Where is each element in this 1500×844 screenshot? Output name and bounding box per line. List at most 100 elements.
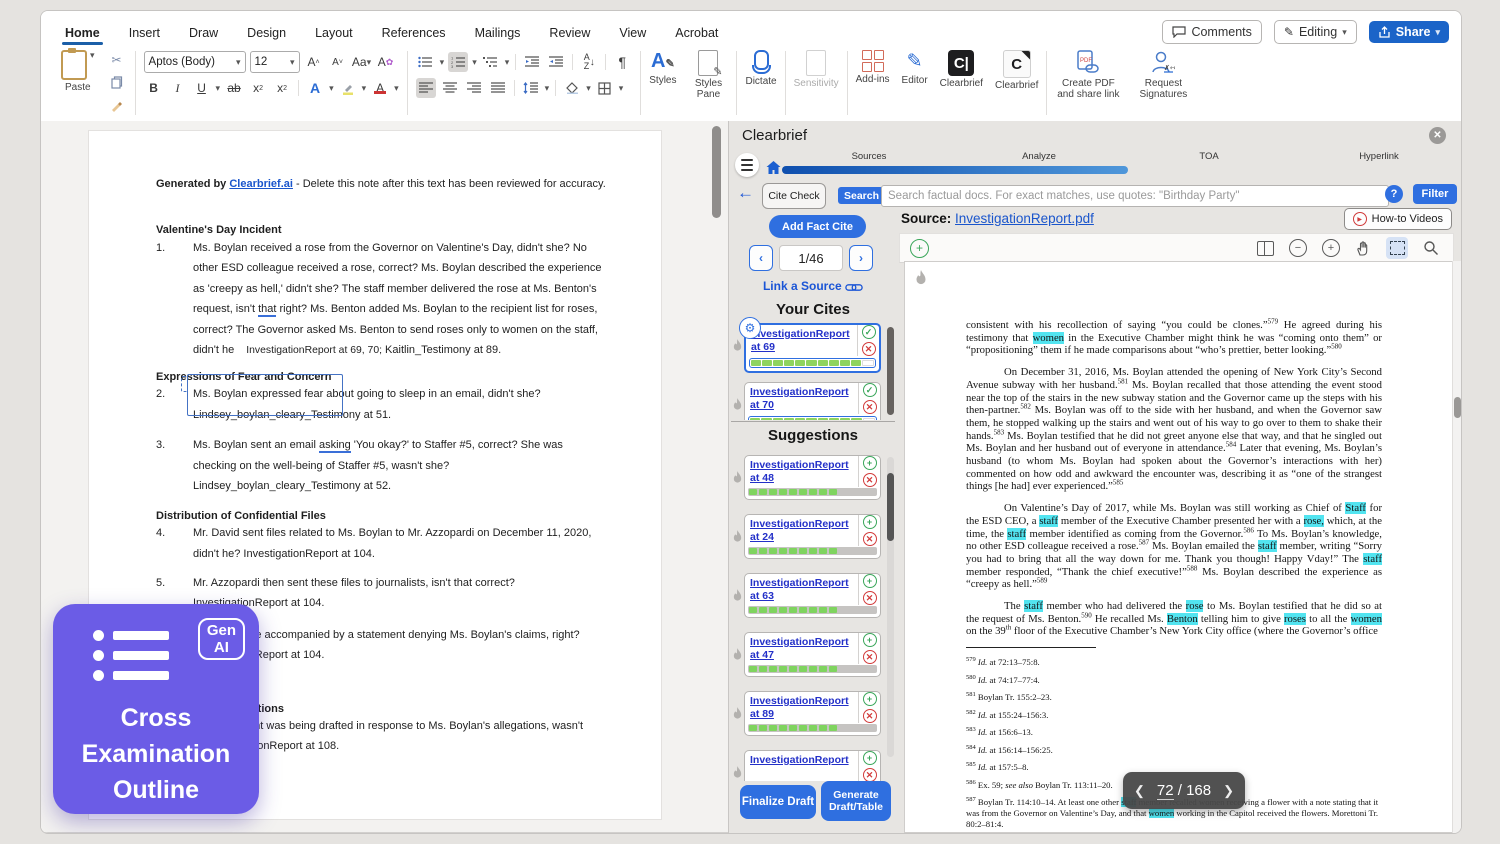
ribbon-tab[interactable]: Mailings <box>474 23 522 43</box>
editor-button[interactable]: ✎ Editor <box>896 47 934 119</box>
ribbon-tab[interactable]: Acrobat <box>674 23 719 43</box>
suggestion-link-page[interactable]: at 48 <box>750 472 856 485</box>
multilevel-list-button[interactable] <box>481 52 501 72</box>
approve-cite-icon[interactable]: ✓ <box>862 325 876 339</box>
suggestion-link[interactable]: InvestigationReport <box>750 636 856 649</box>
page-number-field[interactable]: 1/46 <box>779 245 843 271</box>
step-sources[interactable]: Sources <box>809 151 929 162</box>
suggestion-card[interactable]: InvestigationReport at 89 + ✕ <box>744 691 881 736</box>
howto-videos-button[interactable]: ▶ How-to Videos <box>1344 208 1452 230</box>
approve-cite-icon[interactable]: ✓ <box>863 383 877 397</box>
suggestion-card[interactable]: InvestigationReport at 24 + ✕ <box>744 514 881 559</box>
suggestion-link-page[interactable]: at 89 <box>750 708 856 721</box>
line-spacing-button[interactable] <box>521 78 541 98</box>
ribbon-tab[interactable]: References <box>381 23 447 43</box>
ribbon-tab[interactable]: Review <box>548 23 591 43</box>
pilcrow-button[interactable]: ¶ <box>612 52 632 72</box>
numbered-list-button[interactable]: 123 <box>448 52 468 72</box>
reject-cite-icon[interactable]: ✕ <box>862 342 876 356</box>
grow-font-button[interactable]: A˄ <box>304 52 324 72</box>
cross-examination-outline-card[interactable]: GenAI Cross Examination Outline <box>53 604 259 814</box>
change-case-button[interactable]: Aa▾ <box>352 52 372 72</box>
pdf-prev-page-icon[interactable]: ❮ <box>1134 783 1145 799</box>
justify-button[interactable] <box>488 78 508 98</box>
zoom-in-icon[interactable]: + <box>1322 239 1340 257</box>
suggestion-card[interactable]: InvestigationReport at 47 + ✕ <box>744 632 881 677</box>
add-suggestion-icon[interactable]: + <box>863 515 877 529</box>
dismiss-suggestion-icon[interactable]: ✕ <box>863 650 877 664</box>
document-scrollbar-thumb[interactable] <box>712 126 721 218</box>
subscript-button[interactable]: x2 <box>248 78 268 98</box>
suggestion-link[interactable]: InvestigationReport <box>750 577 856 590</box>
paste-button[interactable]: ▾ Paste <box>55 47 101 119</box>
add-suggestion-icon[interactable]: + <box>863 751 877 765</box>
close-panel-icon[interactable]: ✕ <box>1429 127 1446 144</box>
marquee-select-icon[interactable] <box>1386 237 1408 259</box>
cite-link-page[interactable]: at 70 <box>750 399 856 412</box>
styles-pane-button[interactable]: ✎ Styles Pane <box>682 47 734 119</box>
borders-button[interactable] <box>595 78 615 98</box>
next-page-button[interactable]: › <box>849 245 873 271</box>
prev-page-button[interactable]: ‹ <box>749 245 773 271</box>
suggestion-link[interactable]: InvestigationReport <box>750 754 856 767</box>
suggestion-link-page[interactable]: at 47 <box>750 649 856 662</box>
ribbon-tab[interactable]: Insert <box>128 23 161 43</box>
help-icon[interactable]: ? <box>1385 185 1403 203</box>
clearbrief-light-button[interactable]: C Clearbrief <box>989 47 1044 119</box>
step-analyze[interactable]: Analyze <box>979 151 1099 162</box>
align-left-button[interactable] <box>416 78 436 98</box>
link-a-source-button[interactable]: Link a Source <box>729 279 897 293</box>
suggestion-link[interactable]: InvestigationReport <box>750 518 856 531</box>
pdf-page[interactable]: consistent with his recollection of sayi… <box>904 261 1454 833</box>
suggestion-link-page[interactable]: at 63 <box>750 590 856 603</box>
suggestion-card[interactable]: InvestigationReport at 63 + ✕ <box>744 573 881 618</box>
share-button[interactable]: Share ▾ <box>1369 21 1449 43</box>
copy-icon[interactable] <box>107 73 127 93</box>
ribbon-tab[interactable]: Design <box>246 23 287 43</box>
reject-cite-icon[interactable]: ✕ <box>863 400 877 414</box>
bullet-list-button[interactable] <box>416 52 436 72</box>
strikethrough-button[interactable]: ab <box>224 78 244 98</box>
home-icon[interactable] <box>766 161 781 174</box>
search-button[interactable]: Search <box>838 187 885 204</box>
search-input[interactable] <box>881 185 1389 207</box>
suggestion-card[interactable]: InvestigationReport at 48 + ✕ <box>744 455 881 500</box>
editing-mode-button[interactable]: ✎ Editing ▾ <box>1274 20 1357 44</box>
pdf-scrollbar[interactable] <box>1452 261 1462 833</box>
zoom-out-icon[interactable]: − <box>1289 239 1307 257</box>
step-hyperlink[interactable]: Hyperlink <box>1319 151 1439 162</box>
cite-link[interactable]: InvestigationReport <box>751 328 855 341</box>
clearbrief-dark-button[interactable]: C| Clearbrief <box>934 47 989 119</box>
request-signatures-button[interactable]: ✗⇿ Request Signatures <box>1127 47 1199 119</box>
dictate-button[interactable]: Dictate <box>739 47 782 119</box>
dismiss-suggestion-icon[interactable]: ✕ <box>863 473 877 487</box>
cite-link-page[interactable]: at 69 <box>751 341 855 354</box>
suggestion-link-page[interactable]: at 24 <box>750 531 856 544</box>
addins-button[interactable]: Add-ins <box>850 47 896 119</box>
page-view-icon[interactable] <box>1257 241 1274 256</box>
styles-button[interactable]: A✎ Styles <box>643 47 682 119</box>
source-file-link[interactable]: InvestigationReport.pdf <box>955 211 1094 226</box>
suggestions-scrollbar-thumb[interactable] <box>887 473 894 541</box>
format-painter-icon[interactable] <box>107 96 127 116</box>
gear-icon[interactable]: ⚙ <box>739 317 761 339</box>
font-name-select[interactable]: Aptos (Body)▾ <box>144 51 246 73</box>
add-suggestion-icon[interactable]: + <box>863 633 877 647</box>
suggestion-link[interactable]: InvestigationReport <box>750 695 856 708</box>
increase-indent-button[interactable] <box>546 52 566 72</box>
shading-button[interactable] <box>562 78 582 98</box>
cite-check-tab[interactable]: Cite Check <box>762 183 826 209</box>
cite-link[interactable]: InvestigationReport <box>750 386 856 399</box>
clear-formatting-button[interactable]: A✿ <box>376 52 396 72</box>
create-pdf-button[interactable]: PDF Create PDF and share link <box>1049 47 1127 119</box>
search-pdf-icon[interactable] <box>1423 240 1439 256</box>
add-suggestion-icon[interactable]: + <box>863 574 877 588</box>
dismiss-suggestion-icon[interactable]: ✕ <box>863 532 877 546</box>
sort-button[interactable]: AZ↓ <box>579 52 599 72</box>
cite-card[interactable]: InvestigationReport at 69 ✓ ✕ <box>744 323 881 373</box>
ribbon-tab[interactable]: Home <box>64 23 101 43</box>
bold-button[interactable]: B <box>144 78 164 98</box>
italic-button[interactable]: I <box>168 78 188 98</box>
add-suggestion-icon[interactable]: + <box>863 456 877 470</box>
cites-scrollbar[interactable] <box>887 327 894 415</box>
